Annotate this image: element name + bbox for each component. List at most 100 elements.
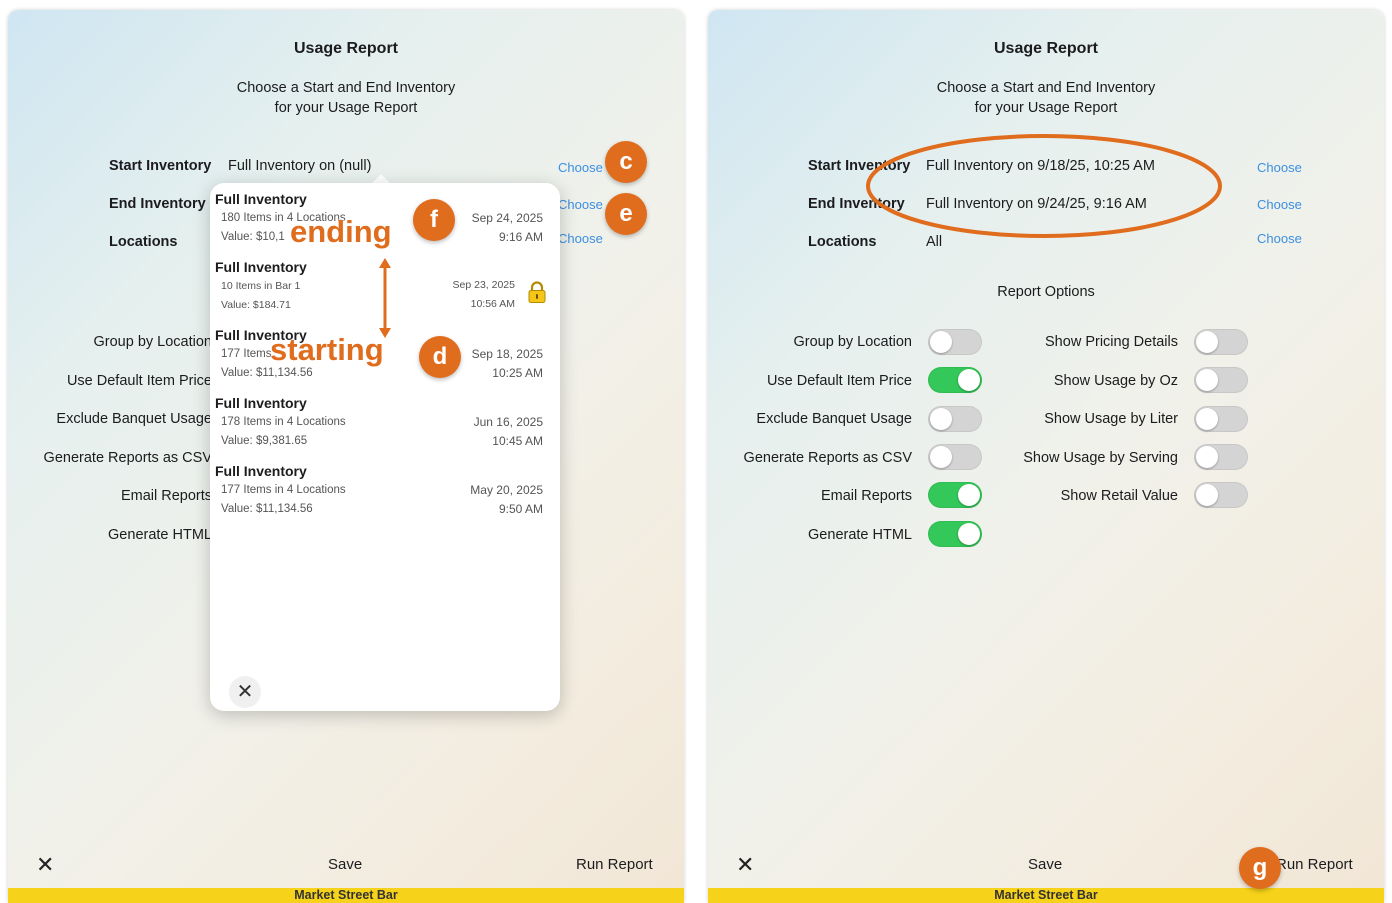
double-arrow-icon [379,258,391,338]
inventory-date: Sep 18, 2025 [471,347,543,361]
usage-by-liter-toggle[interactable] [1194,406,1248,432]
inventory-date: Sep 23, 2025 [452,279,515,291]
option-label: Show Usage by Liter [1044,411,1178,427]
option-label: Generate Reports as CSV [43,450,212,466]
inventory-value: Value: $11,134.56 [221,503,313,515]
store-name-bar: Market Street Bar [708,888,1384,903]
popover-close-icon[interactable]: ✕ [229,676,261,708]
inventory-list-item[interactable]: Full Inventory 177 Items in 4 Locations … [210,463,560,531]
page-title: Usage Report [293,40,399,57]
toggle-knob [930,331,952,353]
toggle-knob [958,523,980,545]
option-label: Group by Location [793,334,913,350]
inventory-date: Jun 16, 2025 [473,415,543,429]
annotation-badge-f: f [413,199,455,241]
default-item-price-toggle[interactable] [928,367,982,393]
inventory-time: 10:56 AM [470,298,515,310]
inventory-time: 10:25 AM [492,366,543,380]
subtitle-line-2: for your Usage Report [274,100,418,116]
save-button[interactable]: Save [1028,856,1062,873]
inventory-date: May 20, 2025 [470,483,543,497]
inventory-date: Sep 24, 2025 [471,211,543,225]
toggle-knob [958,484,980,506]
inventory-time: 9:16 AM [498,230,543,244]
starting-callout: starting [270,332,384,367]
start-choose-link[interactable]: Choose [1257,160,1302,175]
save-button[interactable]: Save [328,856,362,873]
toggle-knob [930,446,952,468]
locations-choose-link[interactable]: Choose [1257,231,1302,246]
locations-label: Locations [109,234,178,250]
usage-by-oz-toggle[interactable] [1194,367,1248,393]
option-label: Exclude Banquet Usage [56,411,212,427]
inventory-count: 177 Items [221,348,272,360]
lock-icon [528,281,546,303]
inventory-value: Value: $184.71 [221,299,291,311]
option-label: Use Default Item Price [766,373,912,389]
csv-reports-toggle[interactable] [928,444,982,470]
option-label: Use Default Item Price [66,373,212,389]
inventory-name: Full Inventory [215,191,307,207]
run-report-button[interactable]: Run Report [1276,856,1353,873]
option-label: Exclude Banquet Usage [756,411,912,427]
subtitle-line-1: Choose a Start and End Inventory [236,80,456,96]
option-label: Generate Reports as CSV [743,450,912,466]
start-choose-link[interactable]: Choose [558,160,603,175]
inventory-count: 178 Items in 4 Locations [221,416,346,428]
inventory-value: Value: $9,381.65 [221,435,308,447]
close-icon[interactable]: ✕ [736,852,754,878]
toggle-knob [1196,484,1218,506]
ending-callout: ending [290,214,392,249]
toggle-knob [1196,331,1218,353]
option-label: Generate HTML [808,527,912,543]
end-choose-link[interactable]: Choose [558,197,603,212]
inventory-value: Value: $11,134.56 [221,367,313,379]
inventory-time: 10:45 AM [492,434,543,448]
inventory-name: Full Inventory [215,395,307,411]
end-inventory-label: End Inventory [109,196,206,212]
subtitle-line-1: Choose a Start and End Inventory [936,80,1156,96]
usage-by-serving-toggle[interactable] [1194,444,1248,470]
page-title: Usage Report [993,40,1099,57]
toggle-knob [1196,446,1218,468]
locations-choose-link[interactable]: Choose [558,231,603,246]
option-label: Show Usage by Oz [1053,373,1178,389]
highlight-ellipse [866,134,1222,238]
inventory-count: 177 Items in 4 Locations [221,484,346,496]
annotation-badge-d: d [419,336,461,378]
option-label: Email Reports [820,488,912,504]
generate-html-toggle[interactable] [928,521,982,547]
inventory-value: Value: $10,1 [221,231,285,243]
start-inventory-label: Start Inventory [109,158,212,174]
option-label: Show Usage by Serving [1023,450,1178,466]
run-report-button[interactable]: Run Report [576,856,653,873]
end-choose-link[interactable]: Choose [1257,197,1302,212]
inventory-time: 9:50 AM [498,502,543,516]
toggle-knob [1196,408,1218,430]
option-label: Show Retail Value [1060,488,1178,504]
report-options-heading: Report Options [997,284,1095,300]
option-label: Email Reports [120,488,212,504]
option-label: Show Pricing Details [1045,334,1178,350]
toggle-knob [1196,369,1218,391]
group-by-location-toggle[interactable] [928,329,982,355]
start-inventory-value: Full Inventory on (null) [228,158,372,174]
retail-value-toggle[interactable] [1194,482,1248,508]
store-name-bar: Market Street Bar [8,888,684,903]
subtitle-line-2: for your Usage Report [974,100,1118,116]
inventory-name: Full Inventory [215,259,307,275]
toggle-knob [958,369,980,391]
annotation-badge-e: e [605,193,647,235]
pricing-details-toggle[interactable] [1194,329,1248,355]
option-label: Group by Location [93,334,213,350]
toggle-knob [930,408,952,430]
annotation-badge-g: g [1239,847,1281,889]
close-icon[interactable]: ✕ [36,852,54,878]
inventory-list-item[interactable]: Full Inventory 178 Items in 4 Locations … [210,395,560,463]
inventory-name: Full Inventory [215,463,307,479]
inventory-count: 10 Items in Bar 1 [221,280,301,292]
option-label: Generate HTML [108,527,212,543]
annotation-badge-c: c [605,141,647,183]
email-reports-toggle[interactable] [928,482,982,508]
exclude-banquet-toggle[interactable] [928,406,982,432]
